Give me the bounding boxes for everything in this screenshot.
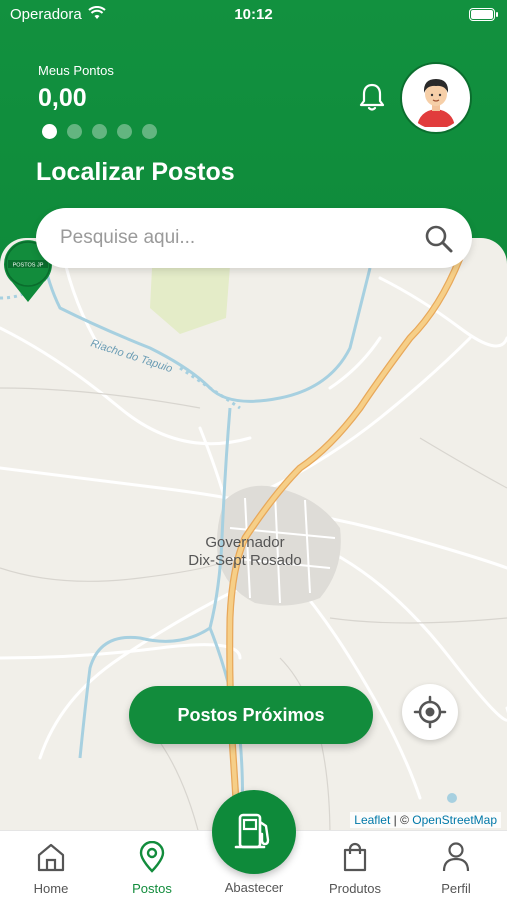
carousel-dot[interactable] bbox=[42, 124, 57, 139]
tab-perfil-label: Perfil bbox=[441, 881, 471, 896]
tab-home-label: Home bbox=[33, 881, 69, 896]
my-location-button[interactable] bbox=[402, 684, 458, 740]
home-icon bbox=[37, 843, 65, 872]
carousel-dot[interactable] bbox=[92, 124, 107, 139]
nearby-stations-button[interactable]: Postos Próximos bbox=[129, 686, 373, 744]
tab-produtos-label: Produtos bbox=[328, 881, 382, 896]
river-label: Riacho do Tapuio bbox=[89, 337, 174, 375]
status-bar: Operadora 10:12 bbox=[0, 6, 507, 26]
carousel-dot[interactable] bbox=[142, 124, 157, 139]
leaflet-link[interactable]: Leaflet bbox=[354, 813, 390, 827]
person-icon bbox=[442, 842, 470, 872]
tab-postos-label: Postos bbox=[132, 881, 172, 896]
carousel-dot[interactable] bbox=[117, 124, 132, 139]
map-pin-icon bbox=[139, 841, 165, 873]
tab-home[interactable]: Home bbox=[6, 831, 96, 900]
openstreetmap-link[interactable]: OpenStreetMap bbox=[412, 813, 497, 827]
svg-text:POSTOS JP: POSTOS JP bbox=[13, 263, 44, 269]
shopping-bag-icon bbox=[343, 842, 367, 872]
page-title: Localizar Postos bbox=[36, 158, 235, 186]
abastecer-button[interactable] bbox=[212, 790, 296, 874]
tab-postos[interactable]: Postos bbox=[107, 831, 197, 900]
clock: 10:12 bbox=[234, 6, 273, 23]
search-input[interactable] bbox=[60, 208, 420, 268]
battery-icon bbox=[469, 8, 498, 21]
tab-abastecer-label: Abastecer bbox=[224, 880, 284, 895]
fuel-pump-icon bbox=[234, 813, 270, 849]
points-label: Meus Pontos bbox=[38, 63, 114, 78]
search-bar bbox=[36, 208, 472, 268]
avatar-icon[interactable] bbox=[402, 64, 470, 132]
carousel-dots bbox=[42, 124, 157, 139]
bell-icon[interactable] bbox=[358, 82, 386, 112]
search-icon[interactable] bbox=[424, 224, 454, 254]
app-screen: Operadora 10:12 Meus Pontos 0,00 Localiz… bbox=[0, 0, 507, 900]
map-view[interactable]: Riacho do Tapuio Governador Dix-Sept Ros… bbox=[0, 238, 507, 838]
tab-perfil[interactable]: Perfil bbox=[411, 831, 501, 900]
tab-produtos[interactable]: Produtos bbox=[310, 831, 400, 900]
town-label: Governador Dix-Sept Rosado bbox=[188, 534, 302, 569]
map-attribution: Leaflet | © OpenStreetMap bbox=[350, 812, 501, 828]
points-value: 0,00 bbox=[38, 84, 87, 112]
crosshair-icon bbox=[413, 695, 447, 729]
carousel-dot[interactable] bbox=[67, 124, 82, 139]
